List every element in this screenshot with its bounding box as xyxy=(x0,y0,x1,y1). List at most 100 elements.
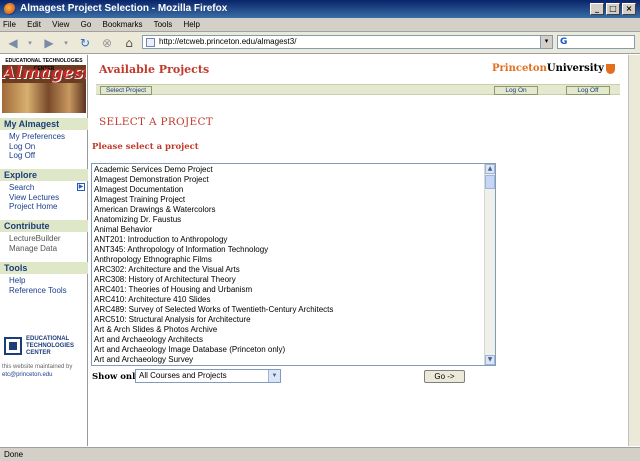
sidebar-link-search-label: Search xyxy=(9,183,35,192)
home-icon[interactable]: ⌂ xyxy=(120,35,138,51)
list-item[interactable]: Animal Behavior xyxy=(94,225,484,235)
sidebar-link-log-on[interactable]: Log On xyxy=(0,142,88,152)
menu-tools[interactable]: Tools xyxy=(154,20,173,29)
princeton-shield-icon xyxy=(606,64,615,74)
list-item[interactable]: Almagest Demonstration Project xyxy=(94,175,484,185)
list-item[interactable]: ARC308: History of Architectural Theory xyxy=(94,275,484,285)
list-item[interactable]: ARC489: Survey of Selected Works of Twen… xyxy=(94,305,484,315)
sidebar-link-manage-data[interactable]: Manage Data xyxy=(0,244,88,254)
maintainer-note: this website maintained by etc@princeton… xyxy=(2,363,88,379)
search-arrow-icon[interactable]: ▶ xyxy=(77,183,85,191)
menu-view[interactable]: View xyxy=(52,20,69,29)
list-item[interactable]: Almagest Documentation xyxy=(94,185,484,195)
window-title: Almagest Project Selection - Mozilla Fir… xyxy=(20,3,228,14)
forward-icon[interactable]: ▶ xyxy=(40,35,58,51)
sidebar-link-lecturebuilder[interactable]: LectureBuilder xyxy=(0,234,88,244)
scroll-up-icon[interactable]: ▲ xyxy=(485,164,495,174)
google-search-icon: G xyxy=(560,37,568,47)
list-item[interactable]: Art and Archaeology Image Database (Prin… xyxy=(94,345,484,355)
maintained-by-text: this website maintained by xyxy=(2,364,73,370)
sidebar: EDUCATIONAL TECHNOLOGIES CENTER Almagest… xyxy=(0,55,88,446)
page-icon xyxy=(146,38,155,47)
princeton-logo[interactable]: PrincetonUniversity xyxy=(492,63,604,74)
list-item[interactable]: ARC401: Theories of Housing and Urbanism xyxy=(94,285,484,295)
sidebar-section-contribute: Contribute LectureBuilder Manage Data xyxy=(0,220,88,253)
sidebar-link-view-lectures[interactable]: View Lectures xyxy=(0,193,88,203)
etc-logo-text: EDUCATIONAL TECHNOLOGIES CENTER xyxy=(26,336,75,356)
menu-bar: File Edit View Go Bookmarks Tools Help xyxy=(0,18,640,32)
etc-logo-mark-icon xyxy=(4,337,22,355)
list-item[interactable]: Art and Archaeology Architects xyxy=(94,335,484,345)
show-only-select[interactable]: All Courses and Projects ▼ xyxy=(135,369,281,383)
show-only-value: All Courses and Projects xyxy=(139,371,227,380)
list-item[interactable]: Academic Services Demo Project xyxy=(94,165,484,175)
sidebar-heading-my-almagest: My Almagest xyxy=(0,118,88,130)
sidebar-heading-explore: Explore xyxy=(0,169,88,181)
back-dropdown-icon[interactable]: ▾ xyxy=(26,35,34,51)
sidebar-heading-contribute: Contribute xyxy=(0,220,88,232)
sidebar-link-search[interactable]: Search ▶ xyxy=(0,183,88,193)
page-content: EDUCATIONAL TECHNOLOGIES CENTER Almagest… xyxy=(0,55,628,446)
project-listbox[interactable]: Academic Services Demo Project Almagest D… xyxy=(91,163,496,366)
princeton-logo-part2: University xyxy=(546,63,604,74)
url-dropdown-icon[interactable]: ▾ xyxy=(540,36,552,48)
list-item[interactable]: Art & Arch Slides & Photos Archive xyxy=(94,325,484,335)
menu-file[interactable]: File xyxy=(3,20,16,29)
sidebar-link-project-home[interactable]: Project Home xyxy=(0,202,88,212)
firefox-logo-icon xyxy=(4,3,16,15)
page-scrollbar[interactable] xyxy=(628,55,640,446)
stop-icon[interactable]: ⊗ xyxy=(98,35,116,51)
menu-edit[interactable]: Edit xyxy=(27,20,41,29)
list-item[interactable]: Anatomizing Dr. Faustus xyxy=(94,215,484,225)
reload-icon[interactable]: ↻ xyxy=(76,35,94,51)
forward-dropdown-icon[interactable]: ▾ xyxy=(62,35,70,51)
list-item[interactable]: ARC410: Architecture 410 Slides xyxy=(94,295,484,305)
chevron-down-icon[interactable]: ▼ xyxy=(268,370,280,382)
list-item[interactable]: Almagest Training Project xyxy=(94,195,484,205)
sidebar-link-help[interactable]: Help xyxy=(0,276,88,286)
sidebar-section-explore: Explore Search ▶ View Lectures Project H… xyxy=(0,169,88,212)
list-item[interactable]: ARC302: Architecture and the Visual Arts xyxy=(94,265,484,275)
sidebar-link-reference-tools[interactable]: Reference Tools xyxy=(0,286,88,296)
menu-go[interactable]: Go xyxy=(81,20,92,29)
list-item[interactable]: American Drawings & Watercolors xyxy=(94,205,484,215)
project-list: Academic Services Demo Project Almagest D… xyxy=(94,165,484,365)
menu-help[interactable]: Help xyxy=(184,20,200,29)
menu-bookmarks[interactable]: Bookmarks xyxy=(103,20,143,29)
back-icon[interactable]: ◀ xyxy=(4,35,22,51)
list-item[interactable]: Anthropology Ethnographic Films xyxy=(94,255,484,265)
page-title: Available Projects xyxy=(99,63,210,76)
list-item[interactable]: ARC510: Structural Analysis for Architec… xyxy=(94,315,484,325)
close-button[interactable]: × xyxy=(622,3,636,15)
window-titlebar: Almagest Project Selection - Mozilla Fir… xyxy=(0,0,640,18)
log-off-button[interactable]: Log Off xyxy=(566,86,610,95)
scroll-thumb[interactable] xyxy=(485,175,495,189)
section-title: SELECT A PROJECT xyxy=(99,116,214,128)
list-item[interactable]: ANT345: Anthropology of Information Tech… xyxy=(94,245,484,255)
maintainer-email-link[interactable]: etc@princeton.edu xyxy=(2,372,52,378)
go-button[interactable]: Go -> xyxy=(424,370,465,383)
logo-image xyxy=(2,83,86,113)
sidebar-link-my-preferences[interactable]: My Preferences xyxy=(0,132,88,142)
sidebar-section-my-almagest: My Almagest My Preferences Log On Log Of… xyxy=(0,118,88,161)
sidebar-link-log-off[interactable]: Log Off xyxy=(0,151,88,161)
almagest-logo[interactable]: EDUCATIONAL TECHNOLOGIES CENTER Almagest xyxy=(2,57,86,113)
url-bar[interactable]: http://etcweb.princeton.edu/almagest3/ ▾ xyxy=(142,35,553,49)
status-bar: Done xyxy=(0,447,640,461)
log-on-button[interactable]: Log On xyxy=(494,86,538,95)
list-item[interactable]: ANT201: Introduction to Anthropology xyxy=(94,235,484,245)
maximize-button[interactable]: □ xyxy=(606,3,620,15)
search-box[interactable]: G xyxy=(557,35,635,49)
action-bar: Select Project Log On Log Off xyxy=(96,84,620,95)
navigation-toolbar: ◀ ▾ ▶ ▾ ↻ ⊗ ⌂ http://etcweb.princeton.ed… xyxy=(0,32,640,54)
princeton-logo-part1: Princeton xyxy=(492,63,547,74)
etc-logo[interactable]: EDUCATIONAL TECHNOLOGIES CENTER xyxy=(4,333,88,363)
select-project-button[interactable]: Select Project xyxy=(100,86,152,95)
minimize-button[interactable]: _ xyxy=(590,3,604,15)
sidebar-heading-tools: Tools xyxy=(0,262,88,274)
listbox-scrollbar[interactable]: ▲ ▼ xyxy=(484,164,495,365)
scroll-down-icon[interactable]: ▼ xyxy=(485,355,495,365)
sidebar-section-tools: Tools Help Reference Tools xyxy=(0,262,88,295)
list-item[interactable]: Art and Archaeology Survey xyxy=(94,355,484,365)
select-prompt: Please select a project xyxy=(92,142,199,152)
